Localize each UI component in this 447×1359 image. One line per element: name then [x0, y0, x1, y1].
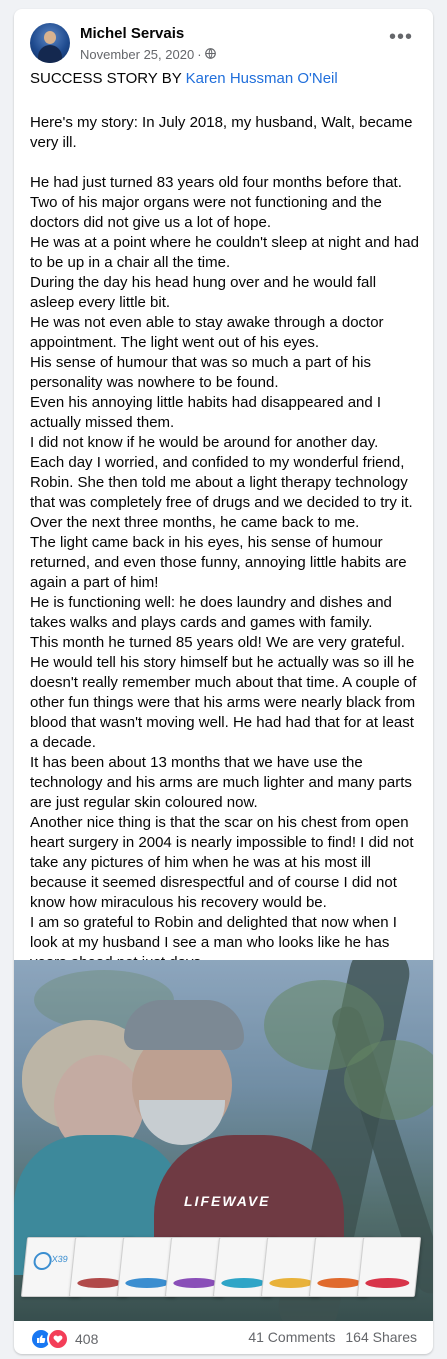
post-paragraph: His sense of humour that was so much a p… [30, 354, 371, 391]
post-card: Michel Servais November 25, 2020 · ••• S… [14, 9, 433, 1354]
shares-count-link[interactable]: 164 Shares [345, 1329, 417, 1345]
engagement-stats: 41 Comments 164 Shares [248, 1329, 417, 1345]
post-paragraph: The light came back in his eyes, his sen… [30, 534, 407, 591]
comments-count-link[interactable]: 41 Comments [248, 1329, 335, 1345]
post-paragraph: Another nice thing is that the scar on h… [30, 814, 414, 911]
post-paragraph: He would tell his story himself but he a… [30, 654, 417, 751]
headline-prefix: SUCCESS STORY BY [30, 70, 186, 87]
post-paragraph: This month he turned 85 years old! We ar… [30, 634, 405, 651]
post-paragraph: He is functioning well: he does laundry … [30, 594, 392, 631]
pack-label: X39 [51, 1254, 69, 1264]
brand-logo-text: LIFEWAVE [184, 1193, 271, 1209]
globe-icon [204, 47, 216, 62]
author-name[interactable]: Michel Servais [80, 25, 184, 42]
avatar[interactable] [30, 23, 70, 63]
post-paragraph: He was not even able to stay awake throu… [30, 314, 384, 351]
post-footer: 408 41 Comments 164 Shares [30, 1328, 417, 1350]
post-paragraph: He had just turned 83 years old four mon… [30, 174, 402, 231]
post-headline: SUCCESS STORY BY Karen Hussman O'Neil [30, 69, 421, 89]
post-paragraph: Each day I worried, and confided to my w… [30, 454, 413, 511]
more-options-icon[interactable]: ••• [389, 27, 413, 47]
love-icon [47, 1328, 69, 1350]
reaction-count: 408 [75, 1331, 99, 1347]
post-meta: November 25, 2020 · [80, 47, 216, 62]
post-header: Michel Servais November 25, 2020 · ••• [30, 23, 421, 67]
post-paragraph: It has been about 13 months that we have… [30, 754, 412, 811]
reactions-summary[interactable]: 408 [30, 1328, 98, 1350]
post-paragraph: I did not know if he would be around for… [30, 434, 379, 451]
post-image[interactable]: LIFEWAVE X39 [14, 960, 433, 1321]
post-paragraph: Over the next three months, he came back… [30, 514, 360, 531]
post-paragraph: Here's my story: In July 2018, my husban… [30, 114, 413, 151]
post-date[interactable]: November 25, 2020 [80, 47, 194, 62]
post-paragraph: He was at a point where he couldn't slee… [30, 234, 419, 271]
meta-separator: · [197, 47, 202, 62]
product-packs: X39 [20, 1237, 424, 1297]
post-body: Here's my story: In July 2018, my husban… [30, 113, 423, 973]
product-pack [356, 1237, 422, 1297]
tagged-user-link[interactable]: Karen Hussman O'Neil [186, 70, 338, 87]
post-paragraph: Even his annoying little habits had disa… [30, 394, 382, 431]
post-paragraph: During the day his head hung over and he… [30, 274, 377, 311]
